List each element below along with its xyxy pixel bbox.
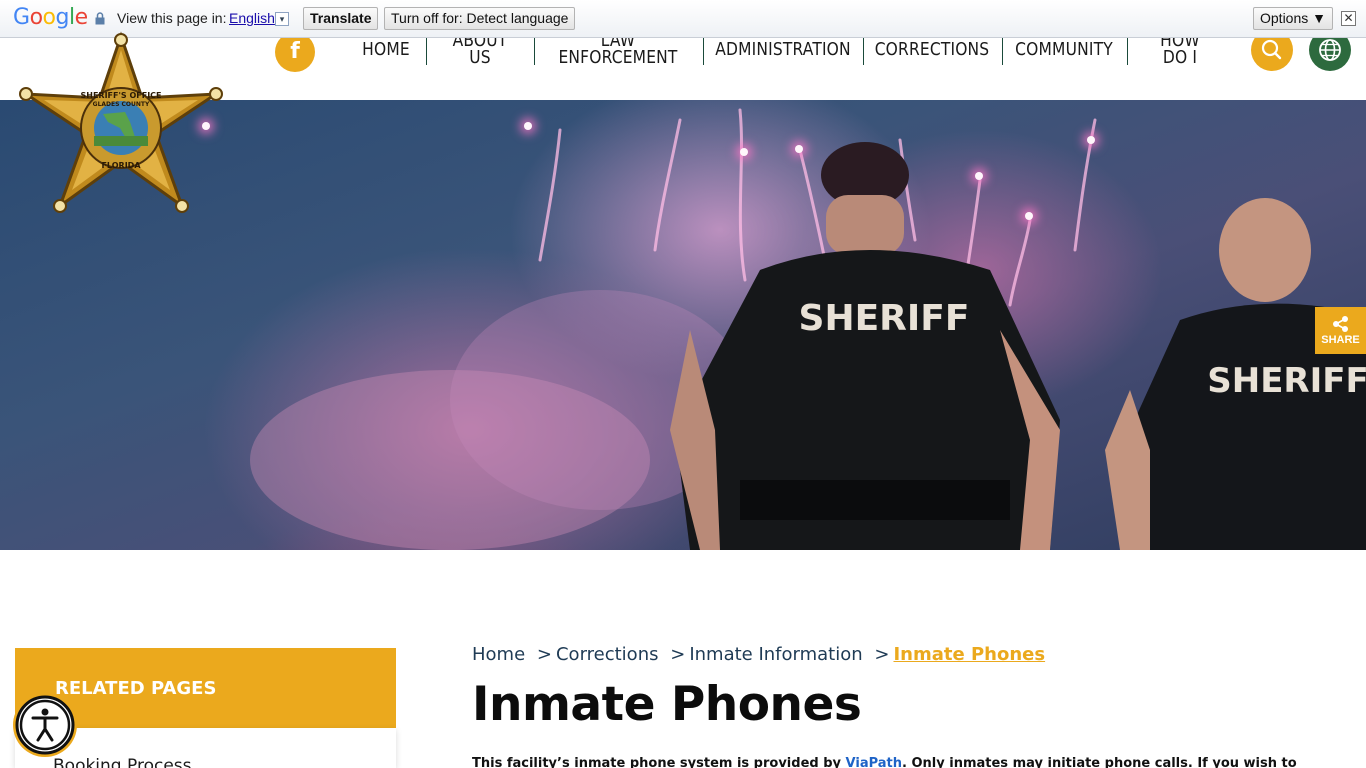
options-button[interactable]: Options ▼ [1253, 7, 1333, 30]
nav-divider [1002, 38, 1003, 65]
translate-button[interactable]: Translate [303, 7, 379, 30]
viapath-link[interactable]: ViaPath [846, 756, 902, 768]
breadcrumb-separator: > [536, 644, 552, 665]
breadcrumb: Home > Corrections > Inmate Information > I… [472, 644, 1051, 665]
nav-divider [1127, 38, 1128, 65]
google-logo-letter: o [42, 5, 56, 30]
breadcrumb-home[interactable]: Home [472, 644, 525, 665]
logo-bottom-text: FLORIDA [101, 161, 141, 170]
nav-divider [426, 38, 427, 65]
firework-spark [795, 145, 803, 153]
firework-spark [740, 148, 748, 156]
intro-paragraph: This facility’s inmate phone system is p… [472, 756, 1332, 768]
breadcrumb-current[interactable]: Inmate Phones [893, 644, 1045, 665]
firework-spark [524, 122, 532, 130]
close-icon[interactable]: ✕ [1341, 11, 1356, 26]
google-logo-letter: o [29, 5, 43, 30]
officer-silhouette [670, 142, 1060, 550]
vest-text: SHERIFF [799, 298, 970, 339]
related-pages-title: RELATED PAGES [55, 678, 217, 699]
firework-spark [975, 172, 983, 180]
related-page-link[interactable]: Booking Process [53, 756, 192, 768]
accessibility-button[interactable] [13, 693, 77, 757]
turn-off-button[interactable]: Turn off for: Detect language [384, 7, 576, 30]
breadcrumb-corrections[interactable]: Corrections [556, 644, 659, 665]
nav-divider [703, 38, 704, 65]
sheriff-badge-logo[interactable]: SHERIFF'S OFFICE FLORIDA GLADES COUNTY [10, 30, 232, 220]
intro-text: This facility’s inmate phone system is p… [472, 756, 846, 768]
nav-divider [863, 38, 864, 65]
firework-spark [1087, 136, 1095, 144]
language-select[interactable]: English [229, 10, 275, 26]
view-page-label: View this page in: [117, 10, 227, 26]
breadcrumb-separator: > [874, 644, 890, 665]
share-label: SHARE [1321, 334, 1360, 346]
breadcrumb-separator: > [670, 644, 686, 665]
google-logo-letter: G [13, 5, 30, 30]
breadcrumb-inmate-information[interactable]: Inmate Information [689, 644, 862, 665]
nav-divider [534, 38, 535, 65]
intro-text: . Only inmates may initiate phone calls.… [902, 756, 1297, 768]
firework-spark [1025, 212, 1033, 220]
google-logo-letter: g [55, 5, 70, 30]
facebook-icon[interactable]: f [275, 32, 315, 72]
accessibility-icon [15, 695, 75, 755]
google-logo-letter: e [74, 5, 89, 30]
share-button[interactable]: SHARE [1315, 307, 1366, 354]
chevron-down-icon[interactable]: ▾ [275, 12, 289, 26]
logo-ring-text: GLADES COUNTY [93, 101, 150, 108]
page-title: Inmate Phones [472, 677, 862, 732]
vest-text: SHERIFF [1207, 361, 1366, 401]
lock-icon [95, 12, 105, 25]
google-logo: Google [13, 5, 88, 30]
logo-top-text: SHERIFF'S OFFICE [80, 91, 161, 100]
